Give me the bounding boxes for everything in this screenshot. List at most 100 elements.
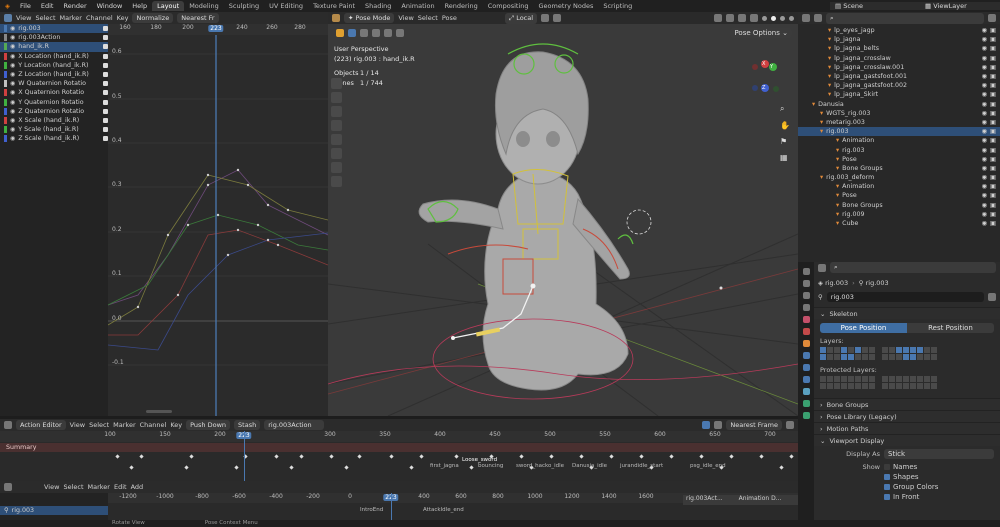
- timeline-marker[interactable]: bouncing: [478, 463, 503, 469]
- layer-toggle[interactable]: [882, 354, 888, 360]
- outliner-item[interactable]: ▾ Bone Groups ◉ ▣: [798, 164, 1000, 173]
- visibility-eye-icon[interactable]: ◉: [10, 34, 15, 41]
- layer-toggle[interactable]: [848, 383, 854, 389]
- xray-icon[interactable]: [750, 14, 758, 22]
- layer-toggle[interactable]: [848, 347, 854, 353]
- layer-toggle[interactable]: [820, 354, 826, 360]
- character-scene[interactable]: [328, 24, 798, 416]
- horizontal-scrollbar[interactable]: [146, 410, 172, 413]
- axis-x-label[interactable]: X: [762, 61, 765, 67]
- layer-toggle[interactable]: [882, 376, 888, 382]
- constraints-tab-icon[interactable]: [802, 388, 810, 395]
- outliner-item[interactable]: ▾ lp_jagna_gastsfoot.002 ◉ ▣: [798, 81, 1000, 90]
- channel-row[interactable]: ◉ X Location (hand_ik.R): [0, 52, 108, 61]
- armature-data-tab-icon[interactable]: [802, 400, 810, 407]
- layer-toggle[interactable]: [889, 354, 895, 360]
- menu-select[interactable]: Select: [35, 14, 55, 22]
- particles-tab-icon[interactable]: [802, 364, 810, 371]
- layer-toggle[interactable]: [841, 347, 847, 353]
- render-camera-icon[interactable]: ▣: [990, 211, 996, 218]
- tab-shading[interactable]: Shading: [360, 1, 396, 11]
- layer-toggle[interactable]: [869, 376, 875, 382]
- keyframe[interactable]: [289, 465, 294, 470]
- mode-dropdown[interactable]: Action Editor: [16, 420, 66, 430]
- outliner-item[interactable]: ▾ WGTS_rig.003 ◉ ▣: [798, 109, 1000, 118]
- layer-toggle[interactable]: [855, 376, 861, 382]
- hide-in-viewport-icon[interactable]: ◉: [982, 36, 988, 43]
- keyframe[interactable]: [699, 454, 704, 459]
- layer-toggle[interactable]: [917, 383, 923, 389]
- nla-area[interactable]: -1200-1000-800-600-400-20002234006008001…: [108, 493, 798, 520]
- pose-library-panel-header[interactable]: › Pose Library (Legacy): [814, 410, 1000, 422]
- fcurve-canvas[interactable]: [108, 35, 328, 416]
- render-camera-icon[interactable]: ▣: [990, 220, 996, 227]
- physics-tab-icon[interactable]: [802, 376, 810, 383]
- interpolation-dropdown[interactable]: Nearest Fr: [177, 13, 219, 23]
- layer-toggle[interactable]: [910, 376, 916, 382]
- gizmo-toggle-icon[interactable]: [726, 14, 734, 22]
- output-tab-icon[interactable]: [802, 292, 810, 299]
- render-camera-icon[interactable]: ▣: [990, 192, 996, 199]
- tab-texture-paint[interactable]: Texture Paint: [308, 1, 360, 11]
- outliner-item[interactable]: ▾ rig.003 ◉ ▣: [798, 127, 1000, 137]
- layer-toggle[interactable]: [848, 354, 854, 360]
- outliner-item[interactable]: ▾ lp_eyes_jagp ◉ ▣: [798, 26, 1000, 35]
- menu-edit[interactable]: Edit: [114, 483, 127, 491]
- channel-row[interactable]: ◉ Z Quaternion Rotatio: [0, 107, 108, 116]
- pan-hand-icon[interactable]: ✋: [780, 121, 790, 130]
- keyframe[interactable]: [729, 454, 734, 459]
- shapes-checkbox[interactable]: Shapes: [814, 472, 1000, 482]
- graph-frame-ruler[interactable]: 160 180 200 223 240 260 280: [108, 24, 328, 35]
- snapping-dropdown[interactable]: Nearest Frame: [726, 420, 782, 430]
- tool-tab-icon[interactable]: [802, 268, 810, 275]
- channel-row[interactable]: ◉ Y Location (hand_ik.R): [0, 61, 108, 70]
- editor-type-icon[interactable]: [802, 14, 810, 22]
- hide-in-viewport-icon[interactable]: ◉: [982, 45, 988, 52]
- layer-toggle[interactable]: [841, 354, 847, 360]
- hide-in-viewport-icon[interactable]: ◉: [982, 91, 988, 98]
- display-mode-icon[interactable]: [814, 14, 822, 22]
- menu-channel[interactable]: Channel: [140, 421, 167, 429]
- layer-toggle[interactable]: [910, 347, 916, 353]
- keyframe-rows[interactable]: [0, 452, 798, 481]
- outliner-item[interactable]: ▾ rig.003_deform ◉ ▣: [798, 173, 1000, 182]
- zoom-icon[interactable]: ⌕: [780, 104, 790, 114]
- visibility-eye-icon[interactable]: ◉: [10, 53, 15, 60]
- menu-view[interactable]: View: [44, 483, 59, 491]
- tab-geometry-nodes[interactable]: Geometry Nodes: [534, 1, 599, 11]
- tab-uv-editing[interactable]: UV Editing: [264, 1, 308, 11]
- protected-layers-grid[interactable]: [814, 374, 1000, 392]
- fake-user-icon[interactable]: [988, 293, 996, 301]
- snap-icon[interactable]: [541, 14, 550, 22]
- menu-marker[interactable]: Marker: [88, 483, 110, 491]
- hide-in-viewport-icon[interactable]: ◉: [982, 73, 988, 80]
- keyframe[interactable]: [344, 465, 349, 470]
- layer-toggle[interactable]: [855, 354, 861, 360]
- skeleton-panel-header[interactable]: ⌄ Skeleton: [814, 307, 1000, 319]
- visibility-eye-icon[interactable]: ◉: [10, 25, 15, 32]
- armature-name-field[interactable]: rig.003: [826, 292, 984, 302]
- outliner-item[interactable]: ▾ Pose ◉ ▣: [798, 155, 1000, 164]
- dopesheet-area[interactable]: 100 150 200 223 300 350 400 450 500 550 …: [0, 431, 798, 481]
- layer-toggle[interactable]: [834, 376, 840, 382]
- hide-in-viewport-icon[interactable]: ◉: [982, 110, 988, 117]
- shading-solid-icon[interactable]: [771, 15, 776, 21]
- layer-toggle[interactable]: [827, 376, 833, 382]
- keyframe[interactable]: [469, 465, 474, 470]
- hide-in-viewport-icon[interactable]: ◉: [982, 55, 988, 62]
- menu-render[interactable]: Render: [58, 2, 91, 10]
- layer-toggle[interactable]: [889, 347, 895, 353]
- menu-view[interactable]: View: [398, 14, 413, 22]
- render-camera-icon[interactable]: ▣: [990, 91, 996, 98]
- visibility-eye-icon[interactable]: ◉: [10, 89, 15, 96]
- current-frame-indicator[interactable]: 223: [208, 25, 224, 32]
- render-camera-icon[interactable]: ▣: [990, 82, 996, 89]
- layer-toggle[interactable]: [855, 347, 861, 353]
- tab-scripting[interactable]: Scripting: [598, 1, 637, 11]
- nla-marker[interactable]: IntroEnd: [360, 507, 383, 513]
- shading-rendered-icon[interactable]: [789, 15, 794, 21]
- hide-in-viewport-icon[interactable]: ◉: [982, 156, 988, 163]
- object-breadcrumb[interactable]: ◈ rig.003: [818, 279, 848, 287]
- keyframe[interactable]: [234, 465, 239, 470]
- outliner-item[interactable]: ▾ metarig.003 ◉ ▣: [798, 118, 1000, 127]
